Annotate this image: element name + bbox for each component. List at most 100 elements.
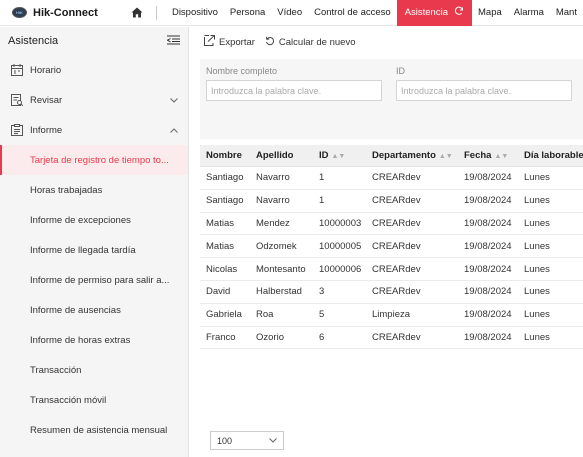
id-search-input[interactable] — [396, 80, 572, 101]
table-cell: Navarro — [256, 195, 290, 207]
table-cell: 19/08/2024 — [464, 286, 512, 298]
table-cell: CREARdev — [372, 195, 421, 207]
sidebar-item-label: Horario — [30, 64, 62, 76]
column-header-nombre[interactable]: Nombre — [200, 150, 250, 161]
brand-name: Hik-Connect — [33, 6, 98, 19]
chevron-down-icon — [269, 436, 277, 445]
export-label: Exportar — [219, 36, 255, 48]
table-row[interactable]: Santiago Navarro 1 CREARdev 19/08/2024 Lunes — [200, 167, 583, 190]
column-header-label: Fecha — [464, 150, 492, 161]
table-row[interactable]: David Halberstad 3 CREARdev 19/08/2024 Lunes — [200, 281, 583, 304]
table-cell: CREARdev — [372, 331, 421, 343]
table-cell: Montesanto — [256, 263, 306, 275]
report-icon — [10, 123, 24, 137]
page-size-select[interactable]: 100 — [210, 431, 284, 450]
table-body: Santiago Navarro 1 CREARdev 19/08/2024 Lunes S… — [200, 167, 583, 350]
table-cell: Matias — [206, 240, 234, 252]
sort-icon[interactable]: ▲▼ — [439, 153, 453, 160]
table-cell: Limpieza — [372, 309, 411, 321]
column-header-fecha[interactable]: Fecha ▲▼ — [458, 150, 518, 161]
export-icon — [204, 35, 215, 49]
table-cell: Gabriela — [206, 309, 242, 321]
table-cell: Santiago — [206, 195, 244, 207]
table-row[interactable]: Santiago Navarro 1 CREARdev 19/08/2024 Lunes — [200, 190, 583, 213]
sidebar-subitem-tarjeta-registro[interactable]: Tarjeta de registro de tiempo to... — [0, 145, 188, 175]
review-icon — [10, 93, 24, 107]
nav-item-mapa[interactable]: Mapa — [472, 0, 508, 26]
home-icon[interactable] — [125, 7, 148, 18]
table-header: Nombre Apellido ID ▲▼ Departamento ▲▼ Fech… — [200, 145, 583, 167]
table-cell: 3 — [319, 286, 325, 298]
column-header-id[interactable]: ID ▲▼ — [313, 150, 366, 161]
column-header-label: ID — [319, 150, 329, 161]
table-cell: 19/08/2024 — [464, 172, 512, 184]
table-cell: 19/08/2024 — [464, 309, 512, 321]
chevron-up-icon — [170, 126, 178, 135]
column-header-dia-laborable[interactable]: Día laborable — [518, 150, 583, 161]
nav-item-asistencia[interactable]: Asistencia — [396, 0, 472, 26]
sidebar-subitem-permiso-salir[interactable]: Informe de permiso para salir a... — [0, 265, 188, 295]
table-cell: Lunes — [524, 286, 550, 298]
sidebar-subitem-llegada-tardia[interactable]: Informe de llegada tardía — [0, 235, 188, 265]
table-cell: 19/08/2024 — [464, 195, 512, 207]
filter-panel: Nombre completo ID — [200, 59, 583, 139]
column-header-label: Departamento — [372, 150, 436, 161]
chevron-down-icon — [170, 96, 178, 105]
table-cell: Odzomek — [256, 240, 297, 252]
sidebar-subitem-horas-trabajadas[interactable]: Horas trabajadas — [0, 175, 188, 205]
sort-icon[interactable]: ▲▼ — [494, 153, 508, 160]
sidebar-item-revisar[interactable]: Revisar — [0, 85, 188, 115]
nav-item-mantenimiento[interactable]: Mant — [550, 0, 583, 26]
app-logo[interactable]: HIK Hik-Connect — [12, 7, 119, 19]
table-cell: 10000006 — [319, 263, 362, 275]
name-search-input[interactable] — [206, 80, 382, 101]
table-cell: David — [206, 286, 231, 298]
recalculate-icon — [265, 36, 275, 49]
table-row[interactable]: Gabriela Roa 5 Limpieza 19/08/2024 Lunes — [200, 304, 583, 327]
name-filter-label: Nombre completo — [206, 66, 278, 76]
table-cell: Lunes — [524, 331, 550, 343]
sidebar-subitem-transaccion-movil[interactable]: Transacción móvil — [0, 385, 188, 415]
attendance-table: Nombre Apellido ID ▲▼ Departamento ▲▼ Fech… — [200, 145, 583, 350]
sidebar-subitem-informe-excepciones[interactable]: Informe de excepciones — [0, 205, 188, 235]
sidebar-subitem-ausencias[interactable]: Informe de ausencias — [0, 295, 188, 325]
logo-badge-icon: HIK — [12, 7, 27, 18]
nav-item-dispositivo[interactable]: Dispositivo — [166, 0, 224, 26]
table-row[interactable]: Nicolas Montesanto 10000006 CREARdev 19/08/2… — [200, 258, 583, 281]
sort-icon[interactable]: ▲▼ — [332, 153, 346, 160]
nav-item-asistencia-label: Asistencia — [404, 7, 448, 18]
column-header-apellido[interactable]: Apellido — [250, 150, 313, 161]
nav-item-control-de-acceso[interactable]: Control de acceso — [308, 0, 397, 26]
sidebar-title: Asistencia — [8, 35, 59, 47]
recalculate-button[interactable]: Calcular de nuevo — [265, 36, 355, 49]
table-cell: 1 — [319, 195, 325, 207]
table-row[interactable]: Matias Odzomek 10000005 CREARdev 19/08/2024 L… — [200, 235, 583, 259]
column-header-departamento[interactable]: Departamento ▲▼ — [366, 150, 458, 161]
top-navigation-bar: HIK Hik-Connect Dispositivo Persona Víde… — [0, 0, 583, 26]
table-cell: Lunes — [524, 172, 550, 184]
switch-icon[interactable] — [454, 6, 464, 19]
table-cell: Lunes — [524, 309, 550, 321]
table-cell: Lunes — [524, 195, 550, 207]
collapse-sidebar-icon[interactable] — [166, 35, 180, 48]
sidebar-subitem-horas-extras[interactable]: Informe de horas extras — [0, 325, 188, 355]
main-content: Exportar Calcular de nuevo Nombre comple… — [190, 27, 583, 457]
table-cell: 19/08/2024 — [464, 217, 512, 229]
sidebar-item-informe[interactable]: Informe — [0, 115, 188, 145]
sidebar-subitem-resumen-mensual[interactable]: Resumen de asistencia mensual — [0, 415, 188, 445]
sidebar-subitem-transaccion[interactable]: Transacción — [0, 355, 188, 385]
calendar-icon — [10, 63, 24, 77]
table-cell: CREARdev — [372, 240, 421, 252]
table-row[interactable]: Franco Ozorio 6 CREARdev 19/08/2024 Lunes — [200, 327, 583, 350]
nav-item-alarma[interactable]: Alarma — [508, 0, 550, 26]
table-cell: 19/08/2024 — [464, 331, 512, 343]
nav-divider — [156, 5, 157, 20]
export-button[interactable]: Exportar — [204, 35, 255, 49]
table-cell: CREARdev — [372, 263, 421, 275]
toolbar: Exportar Calcular de nuevo — [190, 27, 583, 57]
nav-item-persona[interactable]: Persona — [224, 0, 271, 26]
sidebar-item-label: Informe — [30, 124, 63, 136]
sidebar-item-horario[interactable]: Horario — [0, 55, 188, 85]
table-row[interactable]: Matias Mendez 10000003 CREARdev 19/08/2024 Lu… — [200, 213, 583, 236]
nav-item-video[interactable]: Vídeo — [271, 0, 308, 26]
